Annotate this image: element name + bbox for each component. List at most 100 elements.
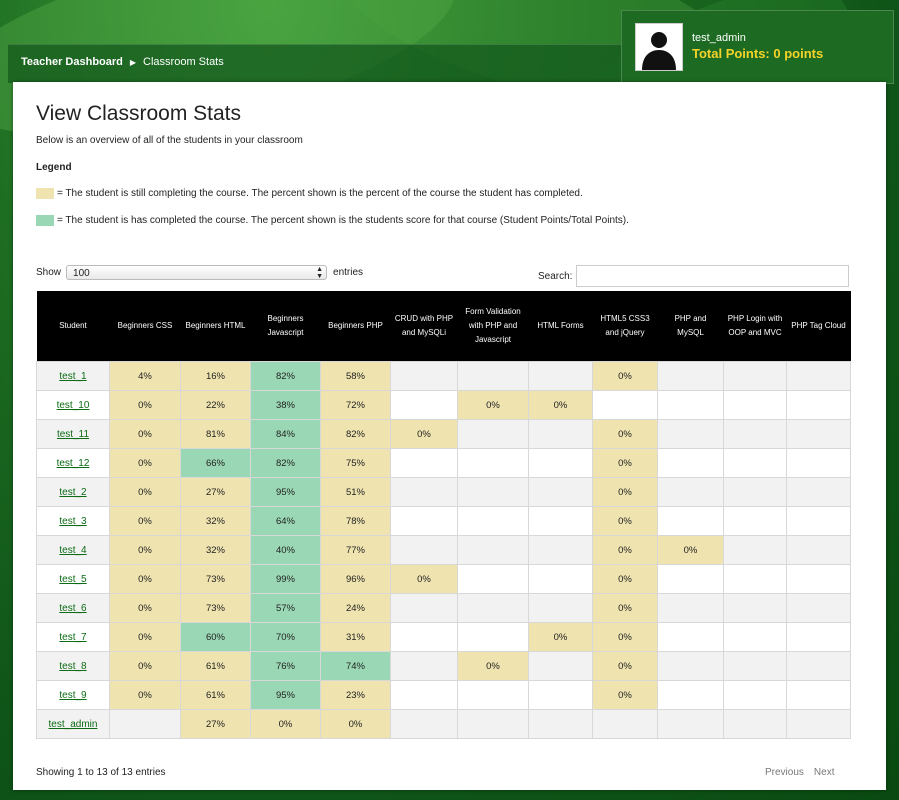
column-header[interactable]: CRUD with PHP and MySQLi — [390, 291, 458, 362]
score-cell — [723, 535, 787, 565]
score-cell — [786, 390, 851, 420]
score-cell — [528, 680, 593, 710]
user-silhouette-icon[interactable] — [635, 23, 683, 71]
score-cell: 96% — [320, 564, 391, 594]
column-header[interactable]: HTML5 CSS3 and jQuery — [592, 291, 658, 362]
column-header[interactable]: Beginners Javascript — [250, 291, 321, 362]
column-header[interactable]: Student — [36, 291, 110, 362]
score-cell — [528, 361, 593, 391]
next-button[interactable]: Next — [814, 767, 835, 778]
column-header[interactable]: Beginners HTML — [180, 291, 251, 362]
score-cell: 0% — [657, 535, 724, 565]
total-points: Total Points: 0 points — [692, 46, 824, 61]
breadcrumb-teacher-dashboard[interactable]: Teacher Dashboard — [21, 56, 123, 68]
page-title: View Classroom Stats — [36, 102, 242, 125]
previous-button[interactable]: Previous — [765, 767, 804, 778]
score-cell: 72% — [320, 390, 391, 420]
score-cell: 76% — [250, 651, 321, 681]
score-cell: 58% — [320, 361, 391, 391]
legend-completed-text: = The student is has completed the cours… — [57, 215, 629, 226]
column-header[interactable]: PHP Login with OOP and MVC — [723, 291, 787, 362]
student-cell: test_9 — [36, 680, 110, 710]
student-link[interactable]: test_12 — [57, 458, 90, 469]
student-link[interactable]: test_6 — [59, 603, 86, 614]
score-cell — [723, 622, 787, 652]
student-cell: test_4 — [36, 535, 110, 565]
student-link[interactable]: test_5 — [59, 574, 86, 585]
table-row: test_1 4% 16% 82% 58% 0% — [36, 361, 851, 391]
score-cell — [457, 593, 529, 623]
score-cell: 0% — [109, 622, 181, 652]
score-cell — [457, 448, 529, 478]
score-cell — [723, 564, 787, 594]
student-link[interactable]: test_3 — [59, 516, 86, 527]
score-cell — [528, 419, 593, 449]
column-header[interactable]: Form Validation with PHP and Javascript — [457, 291, 529, 362]
score-cell: 73% — [180, 593, 251, 623]
column-header[interactable]: Beginners CSS — [109, 291, 181, 362]
intro-text: Below is an overview of all of the stude… — [36, 135, 303, 146]
table-row: test_8 0% 61% 76% 74% 0% 0% — [36, 651, 851, 681]
student-link[interactable]: test_admin — [49, 719, 98, 730]
score-cell: 27% — [180, 477, 251, 507]
score-cell — [457, 709, 529, 739]
score-cell: 0% — [390, 564, 458, 594]
score-cell: 27% — [180, 709, 251, 739]
student-cell: test_11 — [36, 419, 110, 449]
score-cell: 0% — [109, 477, 181, 507]
student-link[interactable]: test_1 — [59, 371, 86, 382]
score-cell — [723, 419, 787, 449]
score-cell: 31% — [320, 622, 391, 652]
score-cell: 22% — [180, 390, 251, 420]
score-cell — [723, 651, 787, 681]
score-cell: 82% — [250, 361, 321, 391]
score-cell: 0% — [592, 361, 658, 391]
score-cell: 0% — [592, 680, 658, 710]
score-cell — [528, 448, 593, 478]
legend-in-progress-text: = The student is still completing the co… — [57, 188, 583, 199]
column-header[interactable]: PHP Tag Cloud — [786, 291, 851, 362]
breadcrumb-separator-icon: ▶ — [129, 58, 137, 67]
score-cell — [390, 361, 458, 391]
student-link[interactable]: test_11 — [57, 429, 89, 440]
search-input[interactable] — [576, 265, 850, 287]
score-cell: 23% — [320, 680, 391, 710]
main-panel: View Classroom Stats Below is an overvie… — [13, 82, 886, 790]
legend-title: Legend — [36, 162, 72, 173]
score-cell — [657, 361, 724, 391]
score-cell — [723, 390, 787, 420]
student-link[interactable]: test_4 — [59, 545, 86, 556]
score-cell — [528, 564, 593, 594]
score-cell — [657, 506, 724, 536]
score-cell — [528, 535, 593, 565]
score-cell — [390, 448, 458, 478]
score-cell: 82% — [250, 448, 321, 478]
student-link[interactable]: test_10 — [57, 400, 90, 411]
score-cell — [390, 390, 458, 420]
student-link[interactable]: test_2 — [59, 487, 86, 498]
score-cell — [723, 593, 787, 623]
column-header[interactable]: Beginners PHP — [320, 291, 391, 362]
student-cell: test_admin — [36, 709, 110, 739]
score-cell — [657, 709, 724, 739]
student-link[interactable]: test_9 — [59, 690, 86, 701]
score-cell: 32% — [180, 535, 251, 565]
score-cell — [786, 361, 851, 391]
legend-completed: = The student is has completed the cours… — [36, 215, 629, 226]
column-header[interactable]: HTML Forms — [528, 291, 593, 362]
score-cell — [657, 593, 724, 623]
student-cell: test_8 — [36, 651, 110, 681]
table-row: test_12 0% 66% 82% 75% 0% — [36, 448, 851, 478]
entries-per-page-select[interactable]: 100 ▲ ▼ — [66, 265, 328, 280]
score-cell: 78% — [320, 506, 391, 536]
score-cell: 0% — [109, 564, 181, 594]
student-link[interactable]: test_7 — [59, 632, 86, 643]
score-cell: 0% — [528, 622, 593, 652]
column-header[interactable]: PHP and MySQL — [657, 291, 724, 362]
table-row: test_admin 27% 0% 0% — [36, 709, 851, 739]
score-cell — [457, 361, 529, 391]
student-link[interactable]: test_8 — [59, 661, 86, 672]
legend-in-progress: = The student is still completing the co… — [36, 188, 583, 199]
score-cell: 77% — [320, 535, 391, 565]
score-cell: 66% — [180, 448, 251, 478]
